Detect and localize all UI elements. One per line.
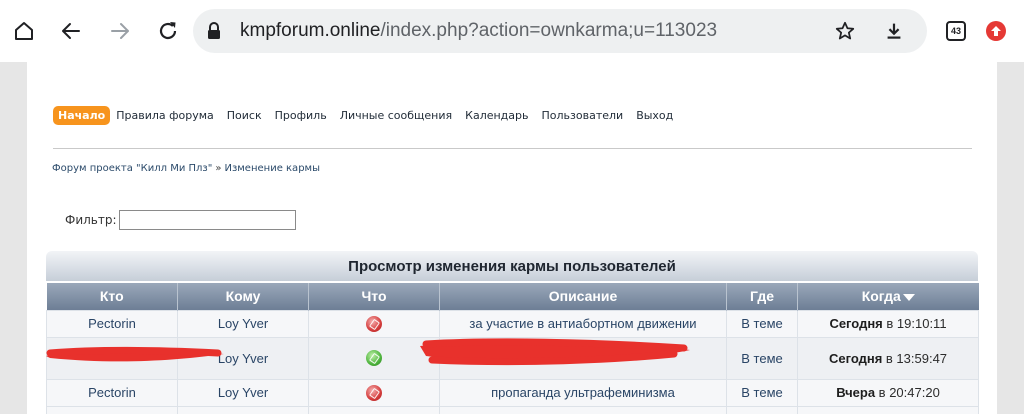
karma-minus-icon xyxy=(366,315,382,332)
when-day: Вчера xyxy=(836,385,876,400)
column-header-when[interactable]: Когда xyxy=(797,283,979,310)
cell-when: Вчера в 20:47:20 xyxy=(797,378,979,407)
karma-minus-icon xyxy=(366,384,382,401)
when-time: в 19:10:11 xyxy=(886,316,947,331)
forum-menu: Начало Правила форума Поиск Профиль Личн… xyxy=(53,105,686,125)
cell-who[interactable]: Pectorin xyxy=(46,309,178,338)
table-title: Просмотр изменения кармы пользователей xyxy=(46,251,978,281)
cell-description xyxy=(439,405,727,414)
star-icon[interactable] xyxy=(834,20,856,46)
cell-what xyxy=(308,309,440,338)
cell-where[interactable]: В теме xyxy=(726,378,798,407)
extension-icon[interactable] xyxy=(986,21,1006,41)
table-row: Loy Yver В теме Сегодня в 13:59:47 xyxy=(46,336,979,380)
when-time: в 13:59:47 xyxy=(885,350,948,366)
column-header-who[interactable]: Кто xyxy=(46,283,178,310)
cell-to xyxy=(177,405,309,414)
browser-toolbar: kmpforum.online/index.php?action=ownkarm… xyxy=(0,0,1024,62)
tabs-icon[interactable]: 43 xyxy=(946,21,966,41)
breadcrumb-separator: » xyxy=(215,163,222,174)
table-header-row: Кто Кому Что Описание Где Когда xyxy=(46,283,979,310)
sort-desc-icon xyxy=(902,294,915,302)
menu-item-search[interactable]: Поиск xyxy=(227,109,262,122)
page-background: Начало Правила форума Поиск Профиль Личн… xyxy=(0,62,1024,414)
cell-when xyxy=(797,405,979,414)
cell-description: за участие в антиабортном движении xyxy=(439,309,727,338)
cell-who xyxy=(46,405,178,414)
menu-item-home[interactable]: Начало xyxy=(53,105,111,125)
breadcrumb-current-link[interactable]: Изменение кармы xyxy=(224,163,320,174)
address-bar[interactable]: kmpforum.online/index.php?action=ownkarm… xyxy=(193,9,927,53)
cell-who[interactable]: Pectorin xyxy=(46,378,178,407)
forward-arrow-icon[interactable] xyxy=(102,13,138,49)
when-day: Сегодня xyxy=(828,350,883,366)
cell-who[interactable] xyxy=(46,336,178,380)
filter-input[interactable] xyxy=(118,210,296,230)
cell-to[interactable]: Loy Yver xyxy=(177,336,309,380)
back-arrow-icon[interactable] xyxy=(53,13,89,49)
when-time: в 20:47:20 xyxy=(878,385,940,400)
url-host: kmpforum.online xyxy=(240,20,381,41)
menu-item-logout[interactable]: Выход xyxy=(636,109,673,122)
column-header-what[interactable]: Что xyxy=(308,283,440,310)
cell-where[interactable]: В теме xyxy=(726,309,798,338)
url-text: kmpforum.online/index.php?action=ownkarm… xyxy=(240,19,717,43)
column-header-where[interactable]: Где xyxy=(726,283,798,310)
cell-when: Сегодня в 13:59:47 xyxy=(797,336,979,380)
menu-item-profile[interactable]: Профиль xyxy=(275,109,327,122)
when-day: Сегодня xyxy=(829,316,883,331)
breadcrumb: Форум проекта "Килл Ми Плз"» Изменение ка… xyxy=(52,163,320,174)
cell-when: Сегодня в 19:10:11 xyxy=(797,309,979,338)
column-header-to[interactable]: Кому xyxy=(177,283,309,310)
cell-description: пропаганда ультрафеминизма xyxy=(439,378,727,407)
cell-what xyxy=(308,336,440,380)
breadcrumb-forum-link[interactable]: Форум проекта "Килл Ми Плз" xyxy=(52,163,212,174)
lock-icon xyxy=(207,22,221,44)
cell-where[interactable]: В теме xyxy=(726,336,798,380)
menu-item-messages[interactable]: Личные сообщения xyxy=(340,109,452,122)
url-path: /index.php?action=ownkarma;u=113023 xyxy=(380,20,718,41)
menu-divider xyxy=(53,148,972,149)
cell-where xyxy=(726,405,798,414)
cell-to[interactable]: Loy Yver xyxy=(177,309,309,338)
menu-item-calendar[interactable]: Календарь xyxy=(465,109,528,122)
filter-row: Фильтр: xyxy=(65,210,296,230)
karma-plus-icon xyxy=(366,350,382,367)
table-row: Pectorin Loy Yver за участие в антиаборт… xyxy=(46,309,979,338)
reload-icon[interactable] xyxy=(150,13,186,49)
cell-what xyxy=(308,405,440,414)
menu-item-rules[interactable]: Правила форума xyxy=(116,109,214,122)
karma-table: Кто Кому Что Описание Где Когда Pectorin… xyxy=(46,283,979,414)
home-icon[interactable] xyxy=(6,13,42,49)
download-icon[interactable] xyxy=(883,20,905,46)
menu-item-users[interactable]: Пользователи xyxy=(542,109,624,122)
column-header-description[interactable]: Описание xyxy=(439,283,727,310)
forum-container: Начало Правила форума Поиск Профиль Личн… xyxy=(27,62,997,414)
table-row: Pectorin Loy Yver пропаганда ультрафемин… xyxy=(46,378,979,407)
table-row xyxy=(46,405,979,414)
column-header-when-label: Когда xyxy=(861,288,901,305)
cell-to[interactable]: Loy Yver xyxy=(177,378,309,407)
cell-what xyxy=(308,378,440,407)
cell-description xyxy=(439,336,727,380)
filter-label: Фильтр: xyxy=(65,213,117,227)
